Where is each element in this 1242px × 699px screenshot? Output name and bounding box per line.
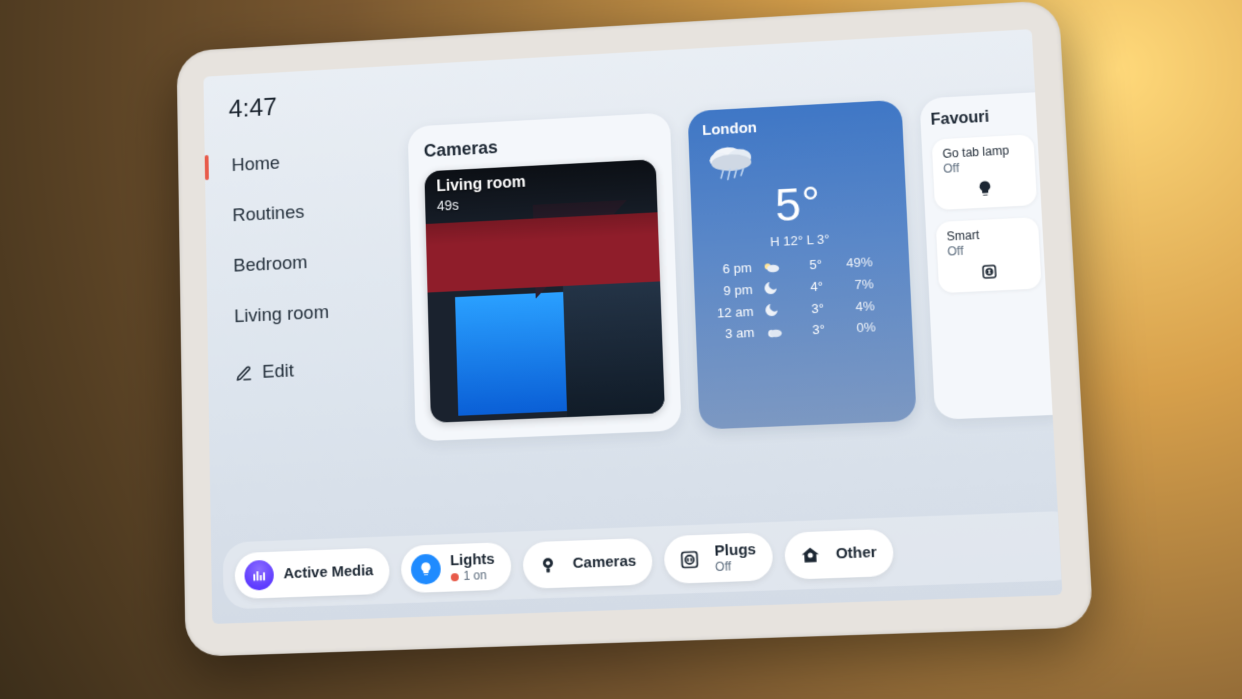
- chip-active-media[interactable]: Active Media: [234, 547, 389, 599]
- cards-row: Cameras Living room 49s London: [408, 90, 1063, 441]
- weather-hour-time: 6 pm: [707, 260, 752, 277]
- chip-label: Lights: [450, 551, 495, 570]
- weather-hour-temp: 5°: [793, 257, 822, 273]
- chip-other[interactable]: Other: [784, 528, 894, 579]
- weather-hour-row: 9 pm 4° 7%: [708, 274, 896, 299]
- camera-feed-age: 49s: [437, 197, 459, 214]
- camera-icon: [532, 549, 563, 580]
- weather-hour-precip: 0%: [835, 319, 876, 336]
- moon-icon: [763, 301, 786, 318]
- camera-feed-living-room[interactable]: Living room 49s: [424, 159, 665, 423]
- cameras-card-title: Cameras: [424, 129, 656, 162]
- chip-label: Plugs: [714, 541, 756, 560]
- chip-status: 1 on: [450, 568, 495, 584]
- chip-lights[interactable]: Lights 1 on: [400, 542, 511, 593]
- weather-hour-temp: 3°: [796, 322, 825, 338]
- favourites-card: Favouri Go tab lamp Off Smart Off: [919, 92, 1058, 420]
- sidebar-item-home[interactable]: Home: [218, 135, 401, 189]
- bulb-icon: [410, 553, 440, 584]
- device-frame: 4:47 Home Routines Bedroom Living room E…: [177, 0, 1094, 657]
- weather-card[interactable]: London: [688, 100, 917, 430]
- favourite-tile-state: Off: [947, 241, 1029, 259]
- favourite-tile-lamp[interactable]: Go tab lamp Off: [932, 134, 1037, 210]
- chip-plugs[interactable]: Plugs Off: [664, 532, 774, 584]
- moon-icon: [762, 279, 785, 296]
- plug-icon: [948, 261, 1031, 283]
- weather-hour-row: 12 am 3° 4%: [709, 296, 897, 321]
- weather-hourly-list: 6 pm 5° 49% 9 pm 4° 7%: [707, 253, 898, 342]
- weather-hour-precip: 4%: [834, 298, 875, 315]
- weather-hour-time: 9 pm: [708, 281, 753, 298]
- cloud-sun-icon: [761, 259, 784, 274]
- sidebar-nav: Home Routines Bedroom Living room Edit: [218, 135, 406, 386]
- sidebar-edit-button[interactable]: Edit: [221, 338, 406, 386]
- chip-status: Off: [715, 558, 757, 574]
- sidebar-item-bedroom[interactable]: Bedroom: [220, 236, 404, 290]
- plug-icon: [674, 543, 705, 575]
- weather-hour-time: 12 am: [709, 303, 754, 320]
- smart-display-screen: 4:47 Home Routines Bedroom Living room E…: [203, 29, 1062, 624]
- pencil-icon: [235, 365, 253, 383]
- bottom-chip-bar: Active Media Lights 1 on Cameras: [223, 510, 1063, 609]
- weather-hour-temp: 4°: [794, 278, 823, 294]
- chip-label: Other: [835, 544, 877, 563]
- favourite-tile-smart-plug[interactable]: Smart Off: [936, 217, 1042, 293]
- favourite-tile-name: Smart: [946, 228, 979, 244]
- equalizer-icon: [244, 559, 274, 590]
- weather-hour-temp: 3°: [795, 300, 824, 316]
- favourite-tile-state: Off: [943, 158, 1025, 176]
- camera-thumbnail: [424, 159, 665, 423]
- cloud-moon-icon: [764, 324, 787, 339]
- sidebar-item-living-room[interactable]: Living room: [220, 287, 405, 341]
- weather-hour-precip: 7%: [833, 276, 874, 293]
- sidebar-item-routines[interactable]: Routines: [219, 185, 403, 239]
- weather-hour-row: 3 am 3° 0%: [710, 318, 898, 342]
- cameras-card: Cameras Living room 49s: [408, 112, 682, 441]
- clock: 4:47: [228, 92, 277, 124]
- chip-cameras[interactable]: Cameras: [522, 537, 653, 588]
- house-icon: [794, 539, 826, 571]
- sidebar-edit-label: Edit: [262, 361, 294, 384]
- weather-hour-precip: 49%: [832, 254, 873, 271]
- favourites-card-title: Favouri: [930, 106, 1032, 129]
- weather-hour-row: 6 pm 5° 49%: [707, 253, 895, 277]
- chip-label: Active Media: [283, 562, 373, 582]
- bulb-icon: [944, 178, 1026, 200]
- chip-label: Cameras: [572, 552, 636, 572]
- weather-hour-time: 3 am: [710, 325, 755, 342]
- weather-temperature: 5°: [704, 173, 893, 236]
